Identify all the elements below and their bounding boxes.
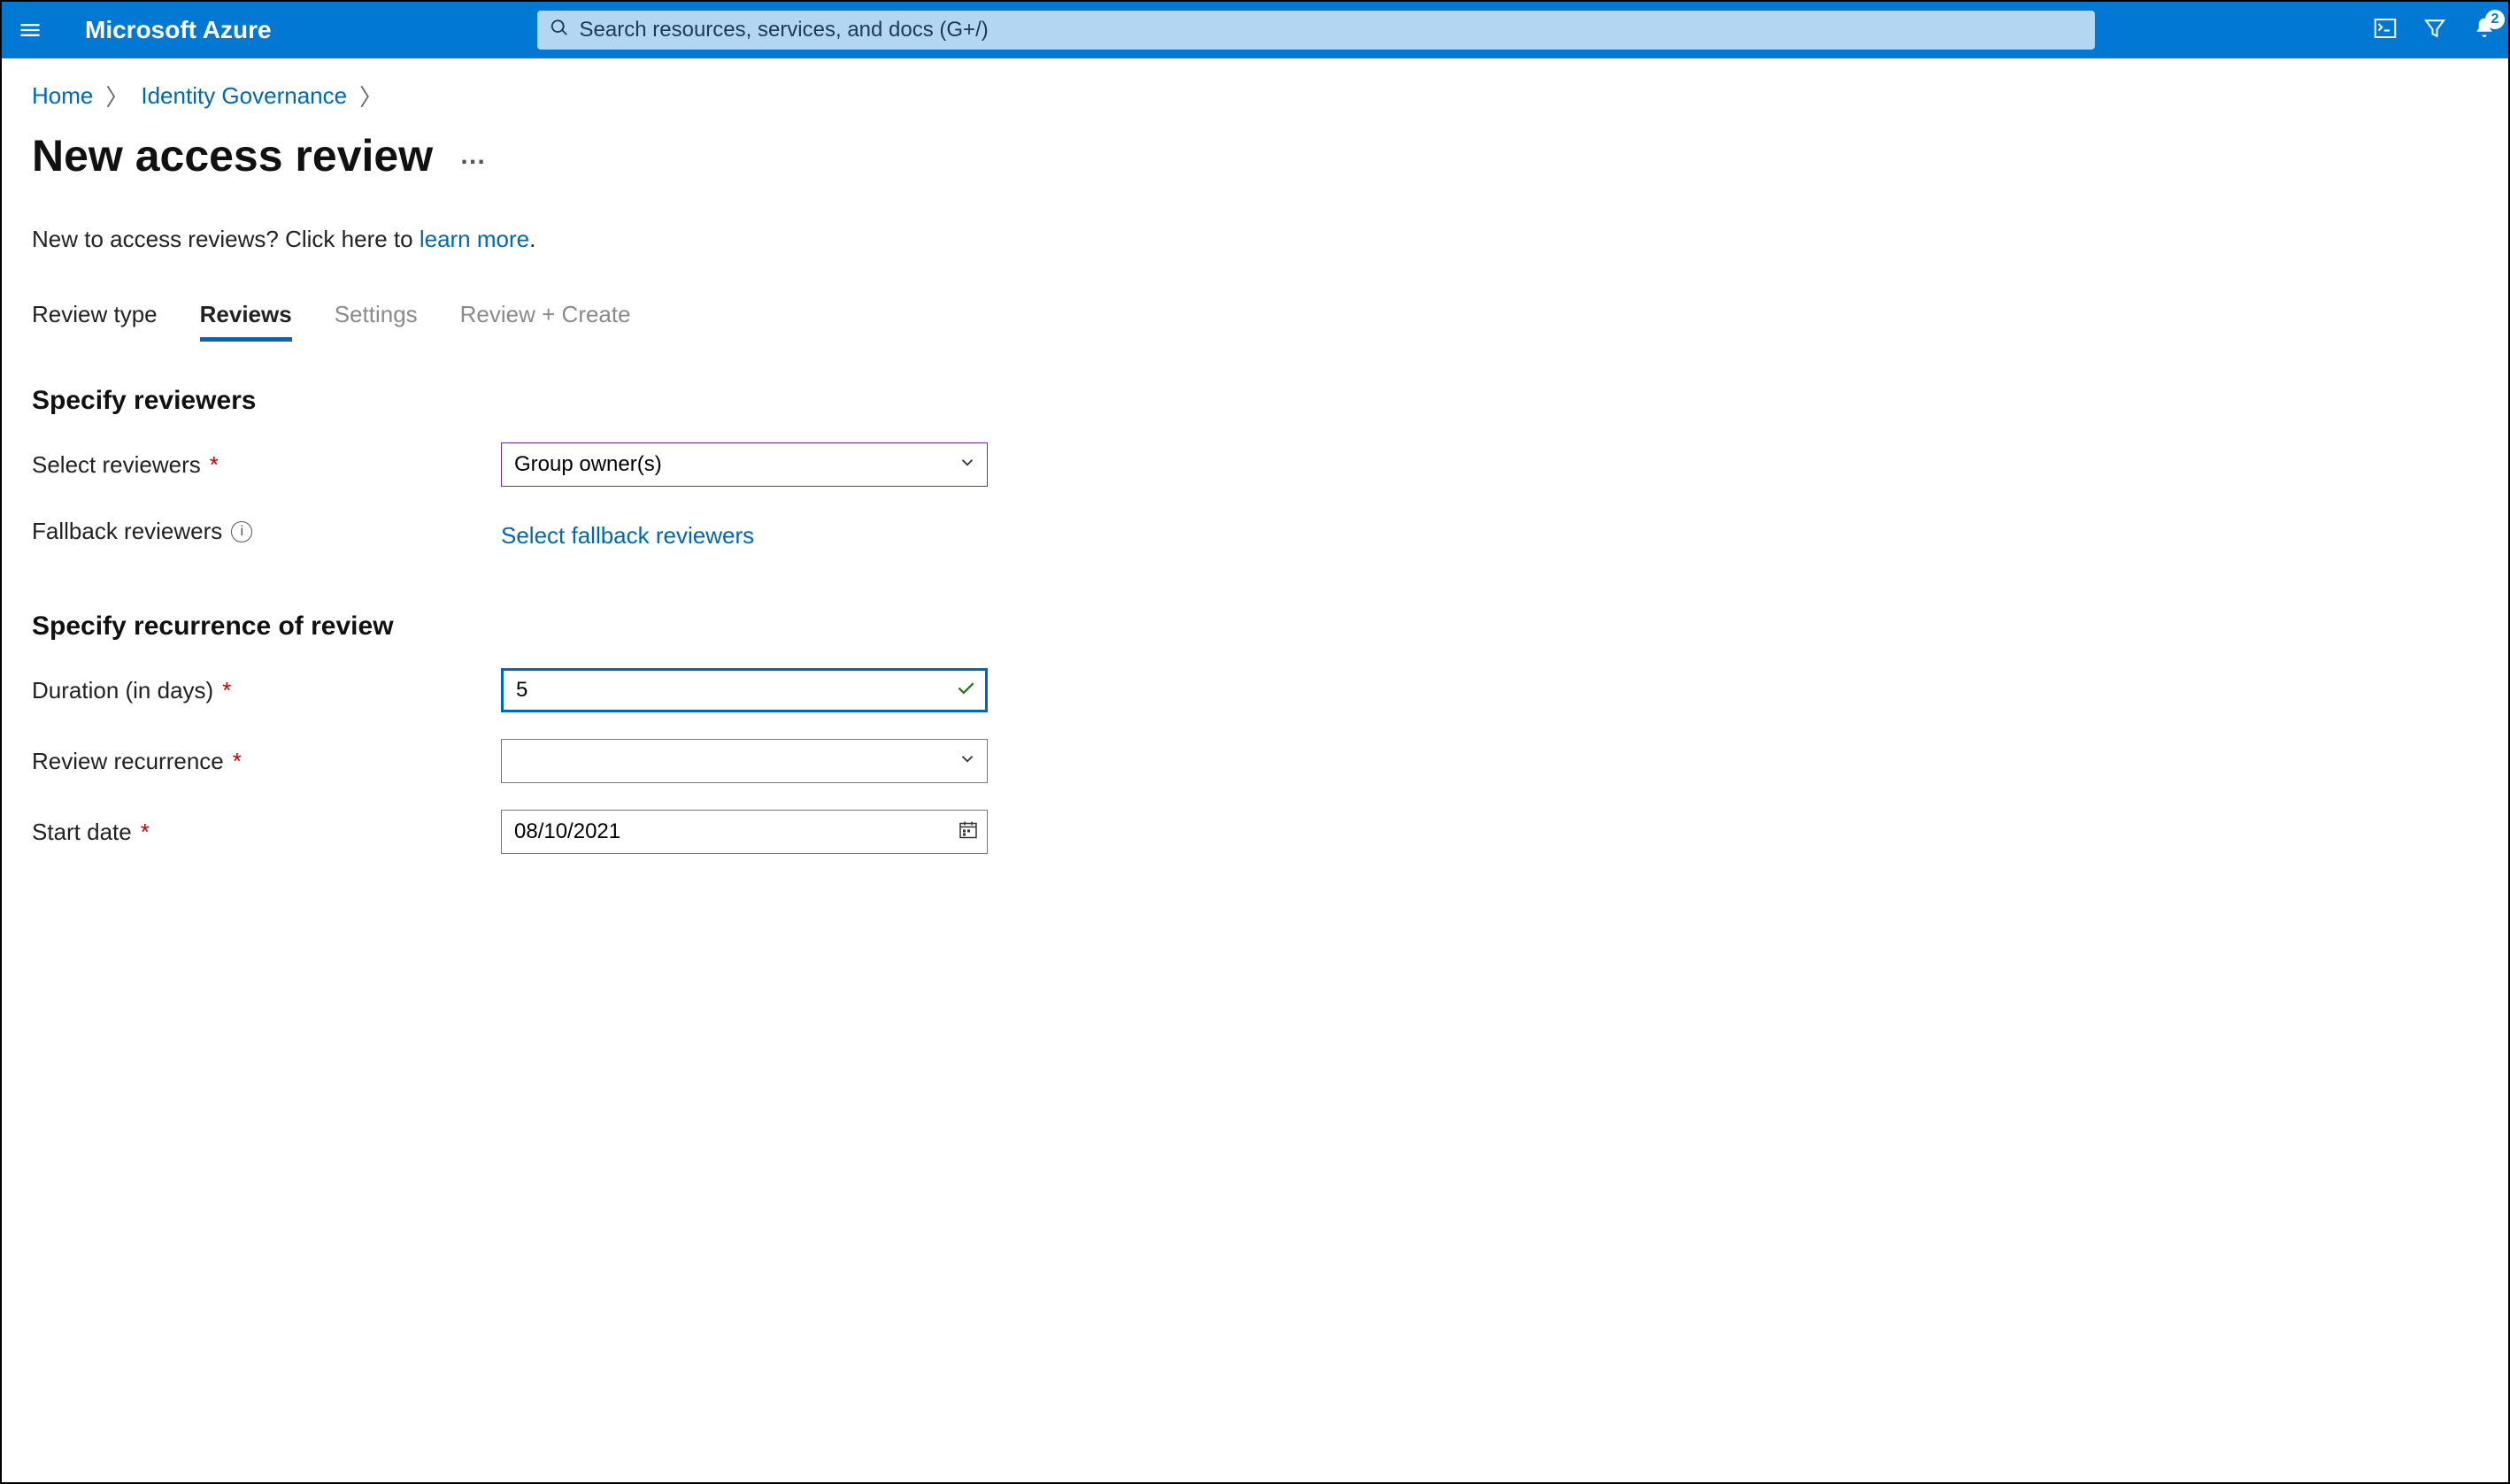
required-star: * xyxy=(233,748,242,775)
cloud-shell-icon[interactable] xyxy=(2372,15,2398,46)
label-fallback-reviewers: Fallback reviewers i xyxy=(32,518,501,545)
learn-more-link[interactable]: learn more xyxy=(420,226,529,252)
label-duration-text: Duration (in days) xyxy=(32,677,213,704)
content-area: Home 〉 Identity Governance 〉 New access … xyxy=(2,58,2508,875)
label-start-date-text: Start date xyxy=(32,819,132,846)
intro-note-suffix: . xyxy=(529,226,535,252)
start-date-input[interactable] xyxy=(501,810,988,854)
notification-badge: 2 xyxy=(2485,10,2505,29)
breadcrumb: Home 〉 Identity Governance 〉 xyxy=(32,80,2478,112)
chevron-right-icon: 〉 xyxy=(105,80,128,112)
chevron-right-icon: 〉 xyxy=(359,80,382,112)
label-recurrence-text: Review recurrence xyxy=(32,748,224,775)
search-wrapper xyxy=(537,11,2095,50)
hamburger-menu-icon[interactable] xyxy=(12,12,48,48)
top-icons: 2 xyxy=(2345,15,2498,46)
intro-note-prefix: New to access reviews? Click here to xyxy=(32,226,420,252)
label-recurrence: Review recurrence * xyxy=(32,748,501,775)
info-icon[interactable]: i xyxy=(231,521,252,542)
more-actions-icon[interactable]: … xyxy=(459,141,488,171)
required-star: * xyxy=(222,677,231,704)
row-recurrence: Review recurrence * xyxy=(32,739,2478,783)
field-recurrence xyxy=(501,739,988,783)
label-select-reviewers-text: Select reviewers xyxy=(32,451,201,479)
intro-note: New to access reviews? Click here to lea… xyxy=(32,226,2478,253)
row-select-reviewers: Select reviewers * xyxy=(32,442,2478,487)
breadcrumb-home[interactable]: Home xyxy=(32,82,93,110)
field-fallback-reviewers: Select fallback reviewers xyxy=(501,513,988,550)
label-select-reviewers: Select reviewers * xyxy=(32,451,501,479)
duration-input[interactable] xyxy=(501,668,988,712)
page-title-row: New access review … xyxy=(32,130,2478,181)
label-duration: Duration (in days) * xyxy=(32,677,501,704)
select-reviewers-dropdown[interactable] xyxy=(501,442,988,487)
search-input[interactable] xyxy=(537,11,2095,50)
row-fallback-reviewers: Fallback reviewers i Select fallback rev… xyxy=(32,513,2478,550)
tab-review-type[interactable]: Review type xyxy=(32,301,158,342)
notifications-icon[interactable]: 2 xyxy=(2471,15,2498,46)
wizard-tabs: Review type Reviews Settings Review + Cr… xyxy=(32,301,2478,342)
tab-review-create[interactable]: Review + Create xyxy=(460,301,631,342)
tab-reviews[interactable]: Reviews xyxy=(200,301,292,342)
recurrence-dropdown[interactable] xyxy=(501,739,988,783)
label-start-date: Start date * xyxy=(32,819,501,846)
filter-icon[interactable] xyxy=(2421,15,2448,46)
section-specify-recurrence: Specify recurrence of review xyxy=(32,611,2478,642)
checkmark-icon xyxy=(954,677,977,704)
label-fallback-reviewers-text: Fallback reviewers xyxy=(32,518,222,545)
brand-label: Microsoft Azure xyxy=(85,16,272,44)
field-start-date xyxy=(501,810,988,854)
page-title: New access review xyxy=(32,130,433,181)
tab-settings[interactable]: Settings xyxy=(335,301,418,342)
row-start-date: Start date * xyxy=(32,810,2478,854)
row-duration: Duration (in days) * xyxy=(32,668,2478,712)
required-star: * xyxy=(141,819,150,846)
top-bar: Microsoft Azure 2 xyxy=(2,2,2508,58)
select-fallback-reviewers-link[interactable]: Select fallback reviewers xyxy=(501,522,754,549)
search-icon xyxy=(550,19,569,42)
field-select-reviewers xyxy=(501,442,988,487)
breadcrumb-governance[interactable]: Identity Governance xyxy=(141,82,347,110)
section-specify-reviewers: Specify reviewers xyxy=(32,386,2478,416)
required-star: * xyxy=(210,451,219,479)
field-duration xyxy=(501,668,988,712)
